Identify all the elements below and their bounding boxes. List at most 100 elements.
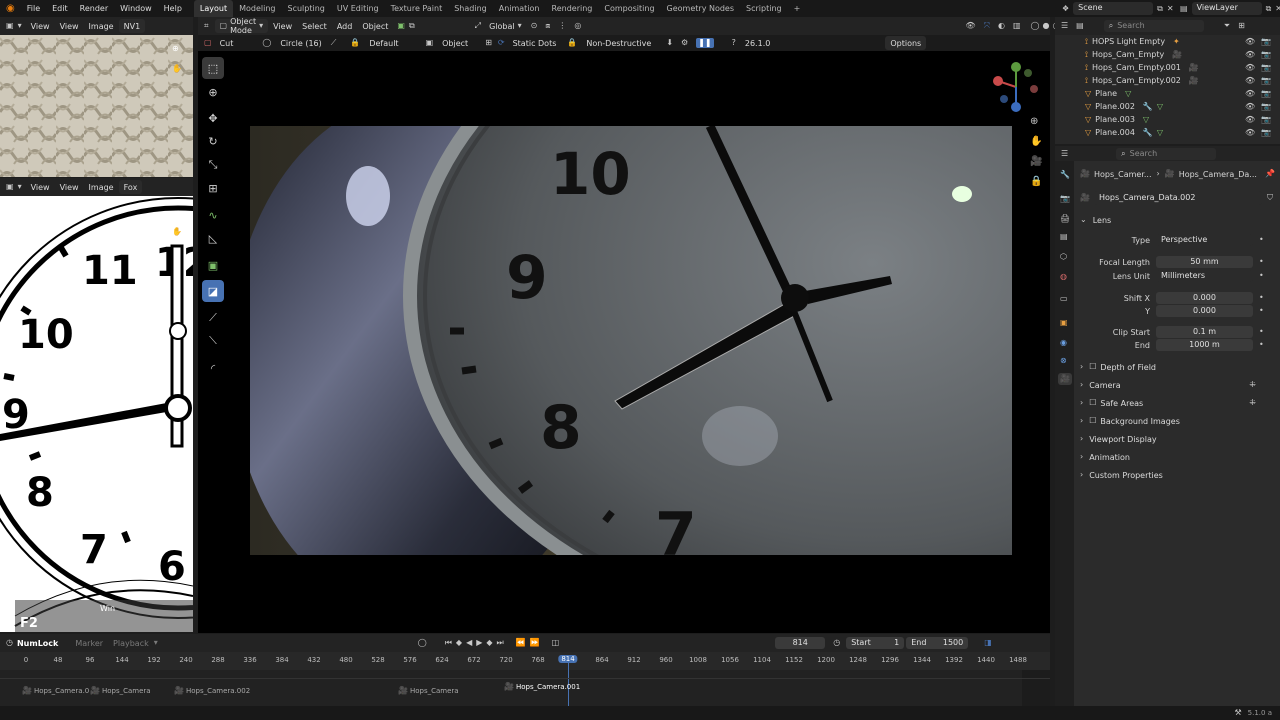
view-layer-selector[interactable]: ▤ ViewLayer ⧉ ✕ [1180, 2, 1280, 15]
camera-render-icon[interactable]: 📷 [1261, 128, 1271, 137]
object-menu[interactable]: Object [357, 19, 393, 33]
tab-sculpting[interactable]: Sculpting [282, 0, 331, 17]
view-menu-2[interactable]: View [55, 19, 84, 33]
visibility-icon[interactable]: 👁 [965, 22, 975, 30]
tab-geometry-nodes[interactable]: Geometry Nodes [661, 0, 740, 17]
marker-menu[interactable]: Marker [70, 636, 108, 650]
close-icon[interactable]: ✕ [1167, 4, 1174, 13]
camera-render-icon[interactable]: 📷 [1261, 115, 1271, 124]
snap-settings-icon[interactable]: ⋮ [558, 22, 566, 30]
add-menu[interactable]: Add [332, 19, 358, 33]
end-frame-field[interactable]: End 1500 [906, 637, 969, 649]
view-type-icon[interactable]: ▾ [18, 22, 22, 30]
jump-end-icon[interactable]: ⏭ [497, 639, 504, 647]
camera-marker[interactable]: 🎥 Hops_Camera [90, 687, 151, 696]
tab-shading[interactable]: Shading [448, 0, 493, 17]
image-slot[interactable]: Fox [118, 180, 143, 194]
focal-length-field[interactable]: 50 mm [1156, 256, 1253, 268]
scale-tool[interactable]: ⤡ [202, 154, 224, 176]
copy-icon[interactable]: ⧉ [1157, 4, 1163, 13]
camera-render-icon[interactable]: 📷 [1261, 37, 1271, 46]
apply-icon[interactable]: ⬇ [666, 39, 673, 47]
outliner-search[interactable]: ⌕ Search [1103, 20, 1204, 32]
object-icon[interactable]: ▣ [426, 39, 434, 47]
record-icon[interactable]: ◯ [418, 639, 427, 647]
eye-icon[interactable]: 👁 [1245, 115, 1255, 124]
zoom-icon[interactable]: ⊕ [172, 210, 179, 218]
view-layer-tab-icon[interactable]: ▤ [1060, 233, 1068, 241]
eye-icon[interactable]: 👁 [1245, 63, 1255, 72]
navigation-gizmo[interactable] [988, 59, 1044, 115]
grid-snap-icon[interactable]: ⊞ [485, 39, 492, 47]
tab-rendering[interactable]: Rendering [546, 0, 599, 17]
annotate-tool[interactable]: ∿ [202, 204, 224, 226]
slash-tool[interactable]: ⟍ [202, 330, 224, 352]
menu-render[interactable]: Render [74, 0, 114, 17]
measure-tool[interactable]: ◺ [202, 227, 224, 249]
checkbox-icon[interactable]: ☐ [1089, 417, 1096, 425]
camera-render-icon[interactable]: 📷 [1261, 102, 1271, 111]
timeline-editor-icon[interactable]: ◷ [6, 639, 13, 647]
object-dropdown[interactable]: Object [437, 36, 473, 50]
datablock-name-field[interactable]: Hops_Camera_Data.002 [1093, 191, 1262, 205]
image-menu[interactable]: Image [84, 180, 119, 194]
refresh-icon[interactable]: ⟳ [498, 39, 505, 47]
gear-icon[interactable]: ⚙ [681, 39, 688, 47]
non-destructive-dropdown[interactable]: Non-Destructive [581, 36, 656, 50]
view-menu[interactable]: View [26, 19, 55, 33]
tab-uv-editing[interactable]: UV Editing [331, 0, 385, 17]
help-icon[interactable]: ? [732, 39, 736, 47]
menu-help[interactable]: Help [158, 0, 188, 17]
camera-data-tab-icon[interactable]: 🎥 [1058, 373, 1072, 385]
menu-edit[interactable]: Edit [46, 0, 74, 17]
orientation-dropdown[interactable]: Global ▾ [484, 19, 527, 33]
custom-properties-panel[interactable]: › Custom Properties [1080, 467, 1270, 483]
physics-tab-icon[interactable]: ◉ [1060, 339, 1067, 347]
clip-end-field[interactable]: 1000 m [1156, 339, 1253, 351]
camera-render-icon[interactable]: 📷 [1261, 76, 1271, 85]
boxcutter-tool[interactable]: ◪ [202, 280, 224, 302]
pause-icon[interactable]: ❚❚ [696, 38, 714, 48]
object-tab-icon[interactable]: ▣ [1060, 319, 1068, 327]
shift-y-field[interactable]: 0.000 [1156, 305, 1253, 317]
jump-start-icon[interactable]: ⏮ [445, 639, 452, 647]
shading-wireframe-icon[interactable]: ◯ [1031, 22, 1040, 30]
hand-icon[interactable]: ✋ [172, 228, 182, 236]
pin-icon[interactable]: 📌 [1265, 170, 1275, 178]
eye-icon[interactable]: 👁 [1245, 89, 1255, 98]
move-tool[interactable]: ✥ [202, 107, 224, 129]
view-menu[interactable]: View [268, 19, 297, 33]
camera-marker[interactable]: 🎥 Hops_Camera.002 [174, 687, 250, 696]
blender-logo-icon[interactable]: ◉ [6, 3, 15, 14]
camera-render-icon[interactable]: 📷 [1261, 63, 1271, 72]
safe-areas-panel[interactable]: › ☐ Safe Areas ⁜ [1080, 395, 1270, 411]
eye-icon[interactable]: 👁 [1245, 128, 1255, 137]
tab-compositing[interactable]: Compositing [598, 0, 660, 17]
depth-of-field-panel[interactable]: › ☐ Depth of Field [1080, 359, 1270, 375]
camera-render-icon[interactable]: 📷 [1261, 50, 1271, 59]
properties-editor-icon[interactable]: ☰ [1061, 149, 1068, 158]
keyframe-dot-icon[interactable]: • [1259, 307, 1264, 315]
checkbox-icon[interactable]: ☐ [1089, 363, 1096, 371]
clip-start-field[interactable]: 0.1 m [1156, 326, 1253, 338]
cut-tool[interactable]: ⟋ [202, 307, 224, 329]
hand-icon[interactable]: ✋ [1030, 137, 1042, 147]
camera-marker[interactable]: 🎥 Hops_Camera.0 [22, 687, 89, 696]
tab-scripting[interactable]: Scripting [740, 0, 788, 17]
cursor-tool[interactable]: ⊕ [202, 81, 224, 103]
datablock-selector[interactable]: 🎥 Hops_Camera_Data.002 ⛉ [1080, 191, 1275, 205]
xray-icon[interactable]: ▥ [1013, 22, 1021, 30]
mode-dropdown[interactable]: ▢ Object Mode ▾ [214, 17, 269, 35]
options-dropdown[interactable]: Options [885, 36, 927, 50]
outliner-editor-icon[interactable]: ☰ [1061, 22, 1068, 30]
image-menu[interactable]: Image [84, 19, 119, 33]
animation-panel[interactable]: › Animation [1080, 449, 1270, 465]
shield-icon[interactable]: ⛉ [1267, 194, 1273, 202]
collection-tab-icon[interactable]: ▭ [1060, 295, 1068, 303]
keyframe-dot-icon[interactable]: • [1259, 236, 1264, 244]
close-icon[interactable]: ✕ [1275, 4, 1280, 13]
type-dropdown[interactable]: Perspective [1156, 234, 1253, 246]
shading-solid-icon[interactable]: ● [1042, 22, 1049, 30]
static-dots-dropdown[interactable]: Static Dots [508, 36, 562, 50]
viewport-editor-icon[interactable]: ⌗ [204, 22, 209, 30]
